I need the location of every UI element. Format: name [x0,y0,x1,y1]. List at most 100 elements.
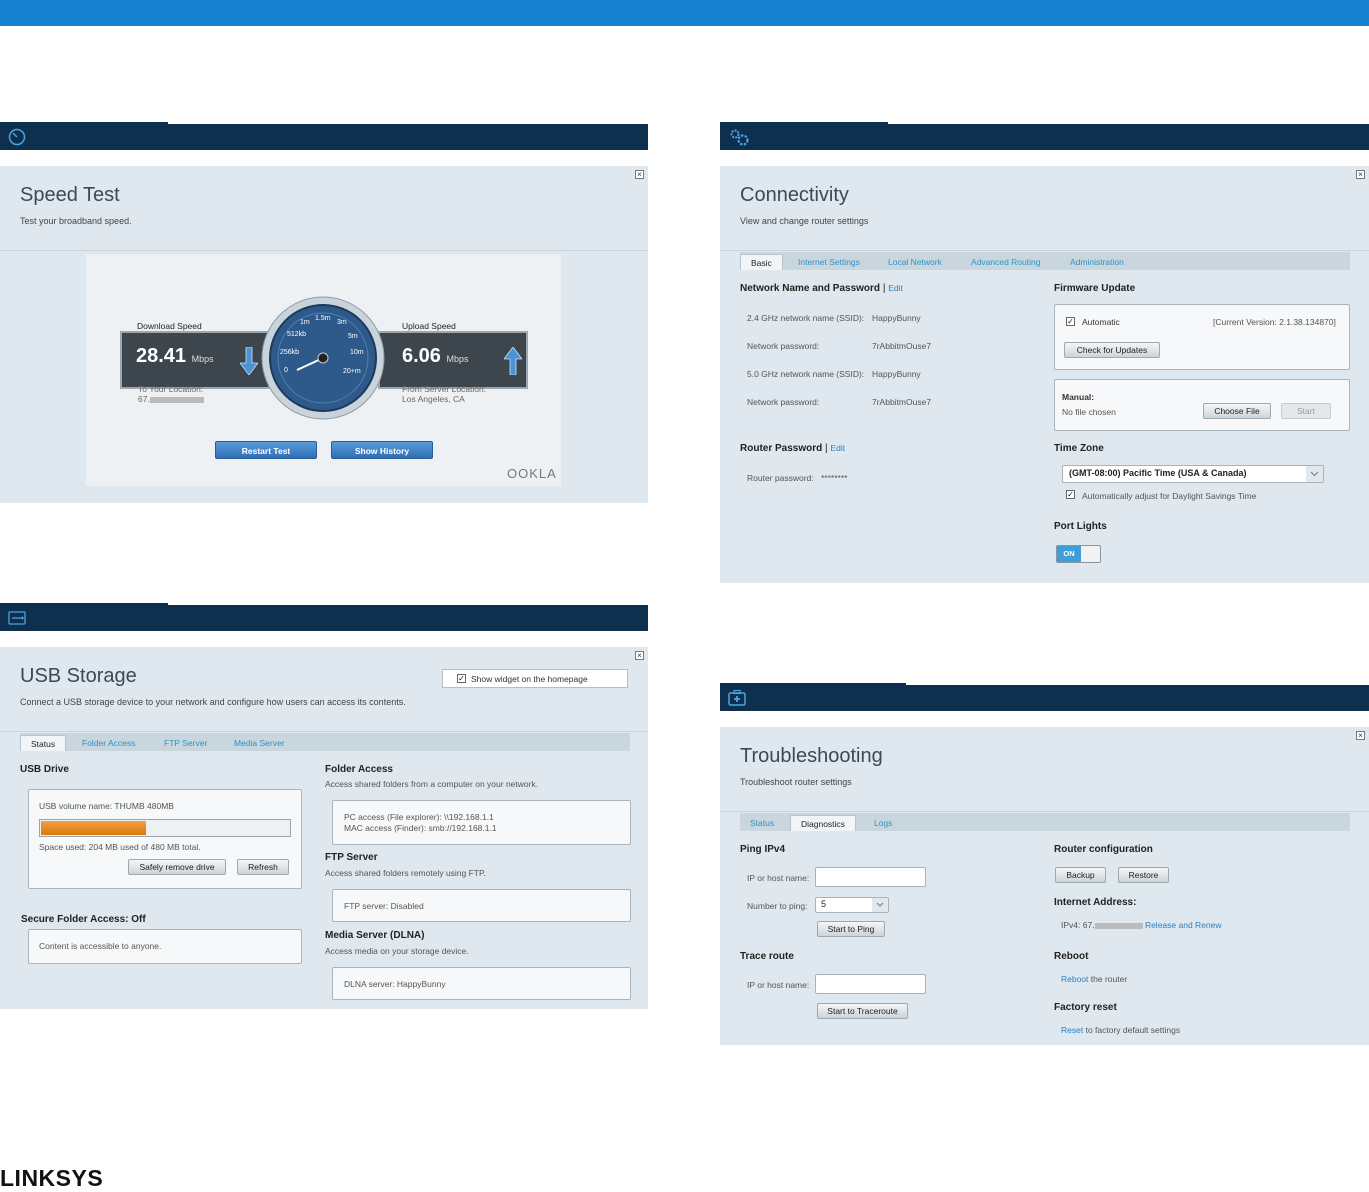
folder-access-box: PC access (File explorer): \\192.168.1.1… [332,800,631,845]
ssid24-value: HappyBunny [872,313,921,323]
folder-access-title: Folder Access [325,764,393,775]
speed-gauge: 0 256kb 512kb 1m 1.5m 3m 5m 10m 20+m [261,296,385,420]
upload-location-label: From Server Location: [402,384,487,394]
show-widget-label: Show widget on the homepage [471,674,588,684]
upload-arrow-icon [504,347,522,375]
download-location-label: To Your Location: [138,384,204,394]
tab-media-server[interactable]: Media Server [224,735,295,751]
tab-administration[interactable]: Administration [1060,254,1134,270]
tab-status[interactable]: Status [20,735,67,751]
first-aid-kit-icon [728,689,746,706]
tab-basic[interactable]: Basic [740,254,783,270]
ping-ip-input[interactable] [815,867,926,887]
usage-bar [39,819,291,837]
ping-title: Ping IPv4 [740,844,786,855]
start-traceroute-button[interactable]: Start to Traceroute [817,1003,908,1019]
tab-local-network[interactable]: Local Network [878,254,952,270]
space-used: Space used: 204 MB used of 480 MB total. [39,842,201,852]
tab-ftp-server[interactable]: FTP Server [154,735,217,751]
network-edit-link[interactable]: Edit [888,283,903,293]
speed-test-header-bar [0,122,648,150]
show-history-button[interactable]: Show History [331,441,433,459]
show-widget-checkbox[interactable]: ✓ [457,674,466,683]
gauge-label: 20+m [343,368,361,375]
folder-access-subtitle: Access shared folders from a computer on… [325,779,539,789]
usb-icon [8,611,26,625]
connectivity-title: Connectivity [740,184,849,206]
troubleshooting-title: Troubleshooting [740,745,883,767]
refresh-button[interactable]: Refresh [237,859,289,875]
router-password-title: Router Password | Edit [740,443,846,454]
timezone-title: Time Zone [1054,443,1104,454]
header-tab [720,683,906,685]
secure-folder-box: Content is accessible to anyone. [28,929,302,964]
reboot-text: Reboot the router [1061,974,1128,984]
download-location-value: 67. [138,394,204,404]
tab-status[interactable]: Status [740,815,784,831]
ssid5-label: 5.0 GHz network name (SSID): [747,369,865,379]
restart-test-button[interactable]: Restart Test [215,441,317,459]
speed-test-title: Speed Test [20,184,120,206]
reset-link[interactable]: Reset [1061,1025,1083,1035]
ftp-box: FTP server: Disabled [332,889,631,922]
router-password-label: Router password: [747,473,814,483]
show-widget-toggle[interactable]: ✓ Show widget on the homepage [442,669,628,688]
factory-reset-text: Reset to factory default settings [1061,1025,1181,1035]
restore-button[interactable]: Restore [1118,867,1169,883]
download-label: Download Speed [137,321,202,331]
upload-value: 6.06 Mbps [402,345,469,367]
trace-ip-label: IP or host name: [747,980,810,990]
release-renew-link[interactable]: Release and Renew [1145,920,1222,930]
network-title: Network Name and Password | Edit [740,283,903,294]
volume-name: USB volume name: THUMB 480MB [39,801,174,811]
dst-checkbox[interactable]: ✓ [1066,490,1075,499]
dlna-subtitle: Access media on your storage device. [325,946,469,956]
usb-drive-box: USB volume name: THUMB 480MB Space used:… [28,789,302,889]
timezone-select[interactable]: (GMT-08:00) Pacific Time (USA & Canada) [1062,465,1324,483]
gauge-label: 3m [337,319,347,326]
port-lights-toggle[interactable]: ON [1056,545,1101,563]
check-updates-button[interactable]: Check for Updates [1064,342,1160,358]
tab-advanced-routing[interactable]: Advanced Routing [961,254,1050,270]
number-to-ping-select[interactable]: 5 [815,897,889,913]
usb-tabs: Status Folder Access FTP Server Media Se… [20,733,630,751]
backup-button[interactable]: Backup [1055,867,1106,883]
start-button[interactable]: Start [1281,403,1331,419]
router-password-value: ******** [821,473,848,483]
usage-bar-fill [41,821,147,835]
header-tab [0,603,168,605]
upload-unit: Mbps [446,354,469,364]
dlna-box: DLNA server: HappyBunny [332,967,631,1000]
tab-folder-access[interactable]: Folder Access [72,735,145,751]
secure-folder-text: Content is accessible to anyone. [39,941,162,951]
router-password-edit-link[interactable]: Edit [830,443,845,453]
ssid5-value: HappyBunny [872,369,921,379]
close-icon[interactable]: × [1356,170,1365,179]
close-icon[interactable]: × [635,170,644,179]
tab-logs[interactable]: Logs [864,815,902,831]
trace-title: Trace route [740,951,794,962]
close-icon[interactable]: × [635,651,644,660]
safely-remove-button[interactable]: Safely remove drive [128,859,226,875]
internet-address-title: Internet Address: [1054,897,1137,908]
dlna-status: DLNA server: HappyBunny [344,979,446,989]
close-icon[interactable]: × [1356,731,1365,740]
dst-label: Automatically adjust for Daylight Saving… [1082,491,1257,501]
choose-file-button[interactable]: Choose File [1203,403,1271,419]
linksys-logo: LINKSYS [0,1165,104,1191]
pw1-label: Network password: [747,341,820,351]
reboot-link[interactable]: Reboot [1061,974,1088,984]
tab-internet-settings[interactable]: Internet Settings [788,254,870,270]
gauge-label: 512kb [287,331,306,338]
ping-ip-label: IP or host name: [747,873,810,883]
automatic-checkbox[interactable]: ✓ [1066,317,1075,326]
trace-ip-input[interactable] [815,974,926,994]
upload-location-value: Los Angeles, CA [402,394,465,404]
port-lights-title: Port Lights [1054,521,1107,532]
start-ping-button[interactable]: Start to Ping [817,921,885,937]
ssid24-label: 2.4 GHz network name (SSID): [747,313,865,323]
firmware-manual-box: Manual: No file chosen Choose File Start [1054,379,1350,431]
tab-diagnostics[interactable]: Diagnostics [790,815,856,831]
ftp-title: FTP Server [325,852,378,863]
ftp-status: FTP server: Disabled [344,901,424,911]
